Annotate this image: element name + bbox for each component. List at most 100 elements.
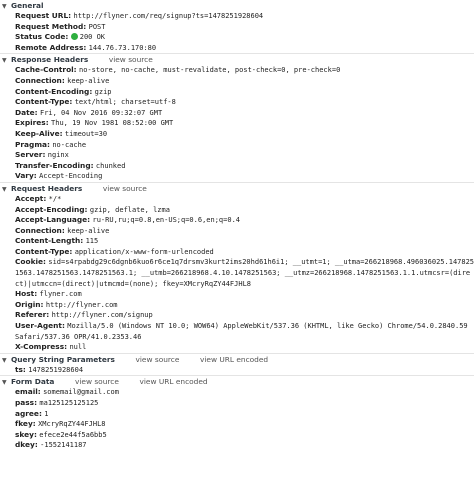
param-value: -1552141187: [40, 441, 87, 450]
view-source-link[interactable]: view source: [135, 355, 179, 364]
expanded-triangle-icon: ▼: [2, 3, 7, 10]
view-url-encoded-link[interactable]: view URL encoded: [200, 355, 268, 364]
header-row: Expires: Thu, 19 Nov 1981 08:52:00 GMT: [0, 118, 474, 129]
response-headers-list: Cache-Control: no-store, no-cache, must-…: [0, 65, 474, 182]
header-key: Remote Address:: [15, 42, 87, 52]
query-string-title: Query String Parameters: [11, 354, 115, 364]
header-row: Vary: Accept-Encoding: [0, 171, 474, 182]
request-headers-list: Accept: */* Accept-Encoding: gzip, defla…: [0, 194, 474, 353]
header-key: Connection:: [15, 75, 65, 85]
header-row: Date: Fri, 04 Nov 2016 09:32:07 GMT: [0, 108, 474, 119]
header-value: gzip: [94, 87, 112, 96]
header-key: Keep-Alive:: [15, 128, 63, 138]
header-key: X-Compress:: [15, 342, 68, 352]
form-data-section: ▼ Form Data view source view URL encoded …: [0, 375, 474, 451]
param-value: 1: [44, 409, 49, 418]
header-row: Transfer-Encoding: chunked: [0, 161, 474, 172]
view-url-encoded-link[interactable]: view URL encoded: [139, 377, 207, 386]
header-value: flyner.com: [39, 290, 82, 299]
header-value: 200 OK: [79, 33, 106, 42]
header-key: Content-Type:: [15, 97, 73, 107]
header-row: Accept-Encoding: gzip, deflate, lzma: [0, 205, 474, 216]
response-headers-header[interactable]: ▼ Response Headers view source: [0, 54, 474, 65]
header-key: Cache-Control:: [15, 65, 77, 75]
param-value: 1478251928604: [28, 365, 84, 374]
header-row: Referer: http://flyner.com/signup: [0, 310, 474, 321]
header-value: ru-RU,ru;q=0.8,en-US;q=0.6,en;q=0.4: [92, 216, 241, 225]
param-key: skey:: [15, 429, 37, 439]
header-value: application/x-www-form-urlencoded: [74, 247, 214, 256]
param-value: ma125125125125: [39, 399, 99, 407]
header-key: Content-Length:: [15, 236, 84, 246]
response-headers-section: ▼ Response Headers view source Cache-Cont…: [0, 53, 474, 182]
general-header[interactable]: ▼ General: [0, 0, 474, 11]
response-headers-title: Response Headers: [11, 55, 89, 65]
header-key: Vary:: [15, 171, 37, 181]
request-method-row: Request Method: POST: [0, 22, 474, 33]
header-row: Content-Type: text/html; charset=utf-8: [0, 97, 474, 108]
header-row: Connection: keep-alive: [0, 76, 474, 87]
request-headers-header[interactable]: ▼ Request Headers view source: [0, 183, 474, 194]
query-string-section: ▼ Query String Parameters view source vie…: [0, 352, 474, 376]
general-section: ▼ General Request URL: http://flyner.com/…: [0, 0, 474, 53]
param-row: agree: 1: [0, 409, 474, 420]
header-row: Cache-Control: no-store, no-cache, must-…: [0, 65, 474, 76]
param-key: ts:: [15, 364, 26, 374]
header-value: Fri, 04 Nov 2016 09:32:07 GMT: [39, 108, 163, 117]
header-row: X-Compress: null: [0, 342, 474, 353]
header-value: Mozilla/5.0 (Windows NT 10.0; WOW64) App…: [15, 322, 468, 341]
param-key: fkey:: [15, 419, 36, 429]
header-value: keep-alive: [67, 76, 110, 85]
param-row: email: somemail@gmail.com: [0, 387, 474, 398]
query-string-header[interactable]: ▼ Query String Parameters view source vie…: [0, 354, 474, 365]
view-source-link[interactable]: view source: [103, 184, 147, 193]
view-source-link[interactable]: view source: [75, 377, 119, 386]
header-row: Origin: http://flyner.com: [0, 300, 474, 311]
header-row: Server: nginx: [0, 150, 474, 161]
header-value: text/html; charset=utf-8: [74, 98, 176, 107]
header-row-cookie: Cookie: sid=s4rpabdg29c6dgnb6kuo6r6ce1q7…: [0, 257, 474, 289]
header-value: */*: [48, 194, 62, 203]
form-data-title: Form Data: [11, 377, 55, 387]
header-key: User-Agent:: [15, 321, 65, 331]
general-title: General: [11, 1, 44, 10]
header-value: 144.76.73.170:80: [88, 43, 157, 52]
form-data-header[interactable]: ▼ Form Data view source view URL encoded: [0, 376, 474, 387]
header-row-user-agent: User-Agent: Mozilla/5.0 (Windows NT 10.0…: [0, 321, 474, 342]
header-value: http://flyner.com/signup: [51, 311, 153, 320]
expanded-triangle-icon: ▼: [2, 57, 7, 65]
header-row: Content-Length: 115: [0, 236, 474, 247]
header-row: Accept: */*: [0, 194, 474, 205]
param-row: fkey: XMcryRqZY44FJHL8: [0, 419, 474, 430]
header-key: Content-Type:: [15, 246, 73, 256]
header-value: nginx: [47, 151, 69, 160]
header-row: Connection: keep-alive: [0, 226, 474, 237]
request-url-row: Request URL: http://flyner.com/req/signu…: [0, 11, 474, 22]
view-source-link[interactable]: view source: [109, 55, 153, 64]
header-key: Referer:: [15, 310, 50, 320]
header-value: chunked: [95, 161, 126, 170]
header-key: Date:: [15, 107, 38, 117]
header-key: Connection:: [15, 225, 65, 235]
header-value: http://flyner.com/req/signup?ts=14782519…: [73, 12, 264, 20]
remote-address-row: Remote Address: 144.76.73.170:80: [0, 43, 474, 54]
header-row: Content-Encoding: gzip: [0, 87, 474, 98]
header-value: Accept-Encoding: [39, 172, 103, 181]
param-value: XMcryRqZY44FJHL8: [38, 420, 106, 429]
expanded-triangle-icon: ▼: [2, 185, 7, 193]
param-row: pass: ma125125125125: [0, 398, 474, 409]
header-row: Keep-Alive: timeout=30: [0, 129, 474, 140]
header-value: keep-alive: [67, 226, 110, 235]
header-key: Accept-Language:: [15, 215, 91, 225]
header-key: Server:: [15, 150, 46, 160]
header-row: Accept-Language: ru-RU,ru;q=0.8,en-US;q=…: [0, 215, 474, 226]
param-row: skey: efece2e44f5a6bb5: [0, 430, 474, 441]
status-code-row: Status Code: 200 OK: [0, 32, 474, 43]
header-value: sid=s4rpabdg29c6dgnb6kuo6r6ce1q7drsmv3ku…: [15, 258, 474, 288]
header-key: Request URL:: [15, 11, 72, 20]
header-key: Accept:: [15, 193, 47, 203]
status-ok-icon: [70, 33, 78, 41]
header-key: Cookie:: [15, 257, 46, 267]
header-value: 115: [85, 237, 99, 246]
header-key: Host:: [15, 289, 38, 299]
